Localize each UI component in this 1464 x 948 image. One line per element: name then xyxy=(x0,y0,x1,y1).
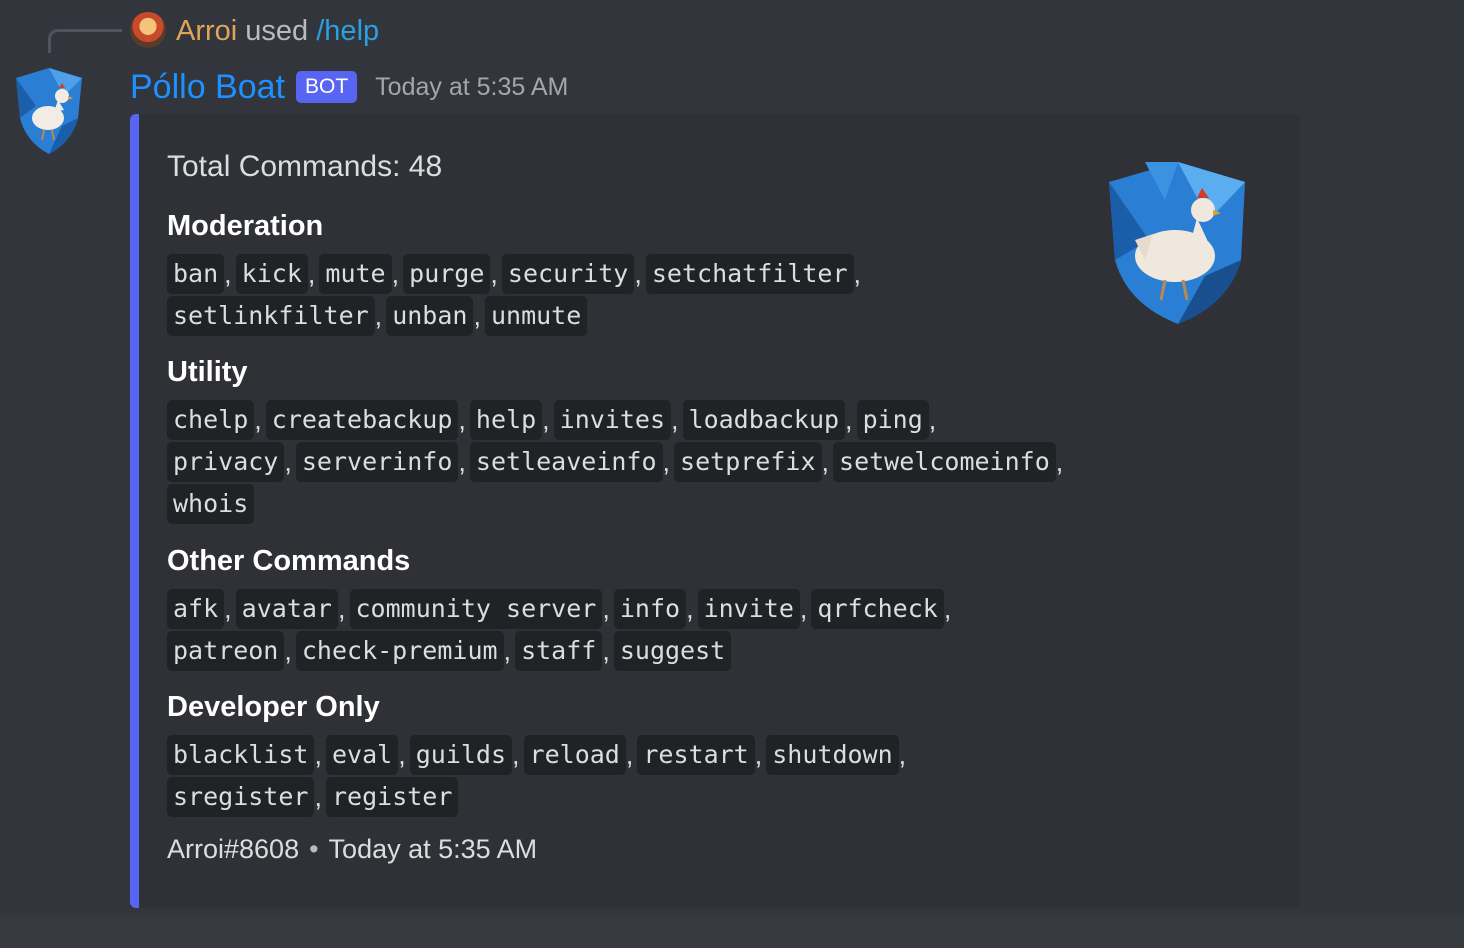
command-chip: chelp xyxy=(167,400,255,440)
command-chip: purge xyxy=(403,254,491,294)
command-chip: serverinfo xyxy=(295,442,459,482)
reply-context[interactable]: Arroi used /help xyxy=(176,12,379,50)
command-chip: whois xyxy=(167,484,255,524)
command-chip: suggest xyxy=(613,631,732,671)
footer-timestamp: Today at 5:35 AM xyxy=(328,834,538,864)
category-title-utility: Utility xyxy=(167,356,248,388)
command-chip: patreon xyxy=(167,631,285,671)
command-chip: staff xyxy=(515,631,603,671)
command-chip: ban xyxy=(167,254,225,294)
reply-command[interactable]: /help xyxy=(316,15,379,47)
command-chip: sregister xyxy=(167,777,315,817)
command-chip: invite xyxy=(697,589,800,629)
command-chip: shutdown xyxy=(766,735,899,775)
command-line: setlinkfilter, unban, unmute xyxy=(167,295,588,337)
command-chip: ping xyxy=(856,400,929,440)
bot-badge: BOT xyxy=(296,71,358,103)
embed-thumbnail[interactable] xyxy=(1105,160,1251,328)
embed-description: Total Commands: 48 xyxy=(167,150,443,183)
command-chip: kick xyxy=(235,254,308,294)
command-chip: setleaveinfo xyxy=(469,442,663,482)
command-line: blacklist, eval, guilds, reload, restart… xyxy=(167,734,910,776)
message-timestamp[interactable]: Today at 5:35 AM xyxy=(375,73,568,102)
message-header: Póllo Boat BOT Today at 5:35 AM xyxy=(130,64,568,110)
command-chip: unban xyxy=(386,296,474,336)
reply-connector xyxy=(48,29,122,53)
command-line: ban, kick, mute, purge, security, setcha… xyxy=(167,253,865,295)
command-chip: mute xyxy=(319,254,392,294)
category-title-moderation: Moderation xyxy=(167,210,324,242)
command-chip: restart xyxy=(637,735,755,775)
command-chip: avatar xyxy=(235,589,338,629)
command-chip: privacy xyxy=(167,442,285,482)
footer-author: Arroi#8608 xyxy=(167,834,300,864)
category-title-other-commands: Other Commands xyxy=(167,545,411,577)
command-line: whois xyxy=(167,483,255,525)
category-title-developer-only: Developer Only xyxy=(167,691,380,723)
chicken-shield-icon[interactable] xyxy=(12,66,86,156)
command-chip: qrfcheck xyxy=(811,589,944,629)
command-chip: setprefix xyxy=(674,442,822,482)
command-chip: unmute xyxy=(484,296,588,336)
command-chip: setchatfilter xyxy=(645,254,854,294)
command-chip: check-premium xyxy=(295,631,504,671)
command-chip: loadbackup xyxy=(682,400,846,440)
command-line: patreon, check-premium, staff, suggest xyxy=(167,630,732,672)
command-line: sregister, register xyxy=(167,776,459,818)
command-chip: createbackup xyxy=(265,400,459,440)
bot-username[interactable]: Póllo Boat xyxy=(130,68,285,107)
command-chip: eval xyxy=(325,735,399,775)
command-chip: afk xyxy=(167,589,225,629)
command-chip: setlinkfilter xyxy=(167,296,375,336)
command-chip: setwelcomeinfo xyxy=(833,442,1056,482)
command-chip: info xyxy=(613,589,687,629)
help-embed: Total Commands: 48 Moderation ban, kick,… xyxy=(130,114,1300,908)
reply-used-label: used xyxy=(245,15,309,47)
command-chip: reload xyxy=(523,735,626,775)
command-chip: invites xyxy=(553,400,672,440)
reply-user-avatar[interactable] xyxy=(130,12,166,48)
command-chip: register xyxy=(325,777,459,817)
command-chip: security xyxy=(501,254,635,294)
reply-username[interactable]: Arroi xyxy=(176,15,237,47)
command-chip: help xyxy=(469,400,543,440)
command-line: privacy, serverinfo, setleaveinfo, setpr… xyxy=(167,441,1067,483)
footer-separator: • xyxy=(309,834,319,864)
command-chip: guilds xyxy=(409,735,513,775)
command-line: afk, avatar, community server, info, inv… xyxy=(167,588,955,630)
embed-footer: Arroi#8608 • Today at 5:35 AM xyxy=(167,834,537,865)
command-chip: blacklist xyxy=(167,735,315,775)
command-line: chelp, createbackup, help, invites, load… xyxy=(167,399,940,441)
command-chip: community server xyxy=(349,589,603,629)
